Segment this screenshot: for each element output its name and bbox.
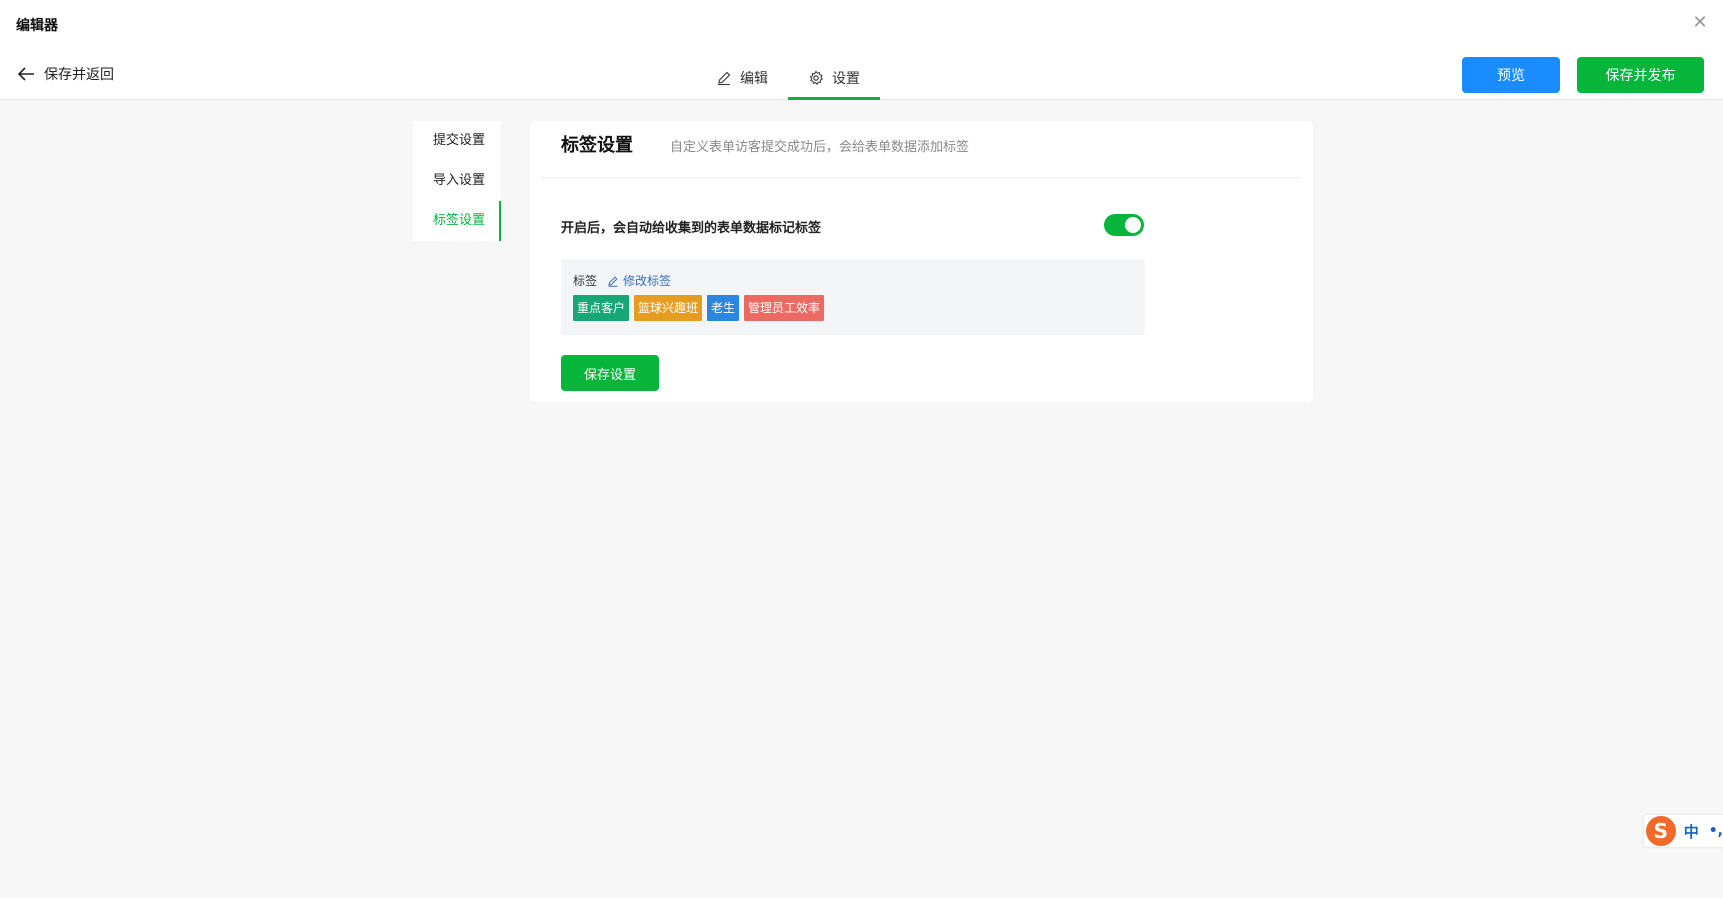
ime-mode: 中 [1683,822,1699,841]
tag-header: 标签 修改标签 [573,272,671,289]
settings-sidebar: 提交设置 导入设置 标签设置 [413,121,501,241]
tag-list: 重点客户 篮球兴趣班 老生 管理员工效率 [573,295,829,321]
ime-status-bar[interactable]: S 中 •, [1644,815,1723,847]
tag-chip: 老生 [707,295,740,321]
sidebar-item-tag-settings[interactable]: 标签设置 [413,201,501,241]
auto-tag-toggle[interactable] [1104,214,1144,236]
tag-label: 标签 [573,274,598,288]
pencil-icon [608,275,618,287]
tab-edit[interactable]: 编辑 [696,56,788,100]
sidebar-item-import-settings[interactable]: 导入设置 [413,161,501,201]
pencil-icon [718,71,731,86]
window-title: 编辑器 [16,18,58,34]
toggle-knob [1125,217,1141,233]
gear-icon [809,70,824,85]
tag-settings-panel: 标签设置 自定义表单访客提交成功后，会给表单数据添加标签 开启后，会自动给收集到… [530,121,1313,402]
edit-tags-link[interactable]: 修改标签 [607,272,671,289]
tag-chip: 重点客户 [573,295,630,321]
save-and-back-button[interactable]: 保存并返回 [16,64,114,84]
tag-chip: 管理员工效率 [744,295,825,321]
ime-punctuation: •, [1708,823,1723,839]
tab-edit-label: 编辑 [740,71,768,87]
edit-tags-label: 修改标签 [623,274,672,288]
tag-box: 标签 修改标签 重点客户 篮球兴趣班 老生 管理员工效率 [561,259,1145,335]
save-and-publish-button[interactable]: 保存并发布 [1577,57,1704,93]
save-settings-button[interactable]: 保存设置 [561,355,659,391]
sogou-logo-icon: S [1646,816,1676,846]
panel-title: 标签设置 [561,135,633,156]
auto-tag-switch-label: 开启后，会自动给收集到的表单数据标记标签 [561,221,822,236]
close-icon[interactable]: ✕ [1691,14,1709,32]
tab-settings-label: 设置 [832,71,860,87]
top-bar: 编辑器 ✕ 保存并返回 编辑 设置 预览 保存并发布 [0,0,1723,100]
tag-chip: 篮球兴趣班 [634,295,703,321]
preview-button[interactable]: 预览 [1462,57,1560,93]
panel-description: 自定义表单访客提交成功后，会给表单数据添加标签 [670,140,970,155]
mode-tabs: 编辑 设置 [696,56,880,100]
panel-header: 标签设置 自定义表单访客提交成功后，会给表单数据添加标签 [542,121,1301,178]
save-and-back-label: 保存并返回 [44,67,114,83]
sidebar-item-submit-settings[interactable]: 提交设置 [413,121,501,161]
arrow-left-icon [17,67,34,81]
tab-settings[interactable]: 设置 [788,56,880,100]
